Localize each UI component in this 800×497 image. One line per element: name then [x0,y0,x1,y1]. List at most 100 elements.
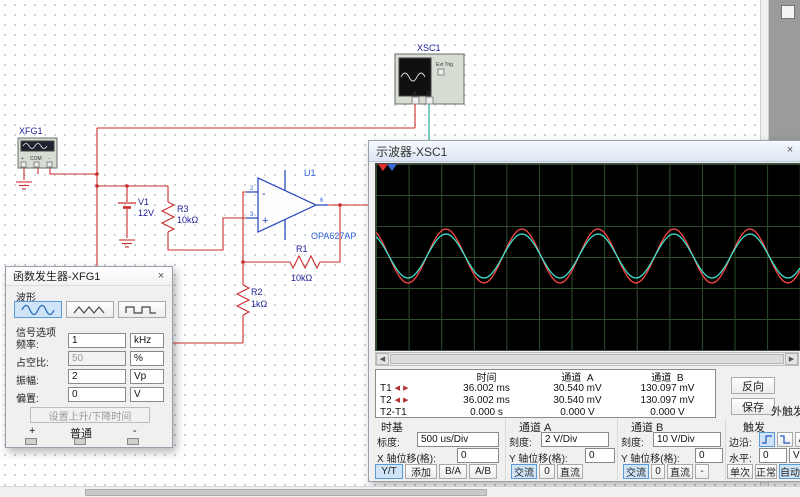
fg-pin-com: COM [30,156,42,162]
label-v1-value: 12V [138,208,154,218]
fg-duty-unit[interactable]: % [130,351,164,366]
channel-a-zero-label: 0 [544,466,550,477]
trigger-level-input[interactable]: 0 [759,448,787,463]
ground-symbols[interactable] [16,182,135,247]
t1-right-icon[interactable]: ▶ [403,384,408,392]
trigger-auto-button[interactable]: 自动 [779,464,800,479]
fg-amplitude-input[interactable]: 2 [68,369,126,384]
ab-label: A/B [475,466,491,477]
triangle-wave-icon [73,304,107,316]
resistor-r1[interactable] [290,256,320,268]
resistor-r2[interactable] [237,285,249,315]
timebase-scale-input[interactable]: 500 us/Div [417,432,499,447]
channel-b-minus-label: - [700,466,703,477]
fg-offset-input[interactable]: 0 [68,387,126,402]
reverse-label: 反向 [742,378,764,394]
fg-frequency-value: 1 [72,335,78,346]
fg-rise-fall-button[interactable]: 设置上升/下降时间 [30,407,150,423]
channel-b-ac-button[interactable]: 交流 [623,464,649,479]
horizontal-scroll-thumb[interactable] [85,489,487,496]
channel-b-scale-value: 10 V/Div [657,434,695,445]
fg-terminal-minus-label: - [133,425,137,437]
yt-mode-button[interactable]: Y/T [375,464,403,479]
trigger-rising-edge-button[interactable] [759,432,775,447]
channel-a-ac-button[interactable]: 交流 [511,464,537,479]
cursor2-marker[interactable] [387,164,397,171]
fg-frequency-unit[interactable]: kHz [130,333,164,348]
label-u1-part: OPA627AP [311,231,356,241]
add-mode-button[interactable]: 添加 [405,464,437,479]
fg-offset-unit-value: V [134,389,141,400]
trigger-falling-edge-button[interactable] [777,432,793,447]
fg-offset-unit[interactable]: V [130,387,164,402]
fg-terminal-minus[interactable] [127,438,139,445]
t2-label: T2 [380,395,392,406]
oscilloscope-window[interactable]: 示波器-XSC1 × ◀ ▶ 时间 通道_A 通道_B T1 ◀ ▶ 36.00… [368,140,800,482]
fg-close-icon[interactable]: × [152,269,170,283]
fg-rise-fall-label: 设置上升/下降时间 [49,408,132,423]
t2-right-icon[interactable]: ▶ [403,396,408,404]
scope-titlebar[interactable]: 示波器-XSC1 × [369,141,800,162]
fg-duty-unit-value: % [134,353,143,364]
function-generator-dialog[interactable]: 函数发生器-XFG1 × 波形 信号选项 频率: 1 kHz 占空比: 50 [5,266,173,448]
fg-titlebar[interactable]: 函数发生器-XFG1 × [6,267,172,286]
channel-b-zero-button[interactable]: 0 [651,464,665,479]
opamp-u1[interactable]: - + [246,170,328,240]
scope-close-icon[interactable]: × [781,143,799,157]
scope-scroll-thumb[interactable] [390,354,784,364]
channel-b-ypos-input[interactable]: 0 [695,448,723,463]
fg-frequency-input[interactable]: 1 [68,333,126,348]
square-wave-icon [125,304,159,316]
trigger-level-label: 水平: [729,450,752,465]
t2-channel-a: 30.540 mV [535,394,620,406]
scope-scroll-left-icon[interactable]: ◀ [376,353,389,365]
fg-duty-input[interactable]: 50 [68,351,126,366]
fg-square-button[interactable] [118,301,166,318]
fg-amplitude-unit[interactable]: Vp [130,369,164,384]
channel-a-ypos-label: Y 轴位移(格): [509,450,568,465]
battery-v1[interactable] [118,203,136,208]
channel-b-scale-input[interactable]: 10 V/Div [653,432,721,447]
falling-edge-icon [779,434,791,445]
trigger-single-button[interactable]: 单次 [727,464,753,479]
trigger-normal-button[interactable]: 正常 [755,464,777,479]
oscilloscope-icon[interactable]: Ext Trig A B [395,54,464,104]
fg-terminal-plus-label: + [29,425,35,437]
reverse-button[interactable]: 反向 [731,377,775,394]
scope-screen[interactable] [375,163,800,351]
trigger-level-unit[interactable]: V [789,448,800,463]
ba-mode-button[interactable]: B/A [439,464,467,479]
ground-fg[interactable] [16,182,32,189]
label-u1: U1 [304,168,316,178]
label-v1: V1 [138,197,149,207]
fg-triangle-button[interactable] [66,301,114,318]
channel-b-minus-button[interactable]: - [695,464,709,479]
fg-sine-button[interactable] [14,301,62,318]
t2-left-icon[interactable]: ◀ [395,396,400,404]
wire-inv[interactable] [243,192,246,285]
fg-terminal-common[interactable] [74,438,86,445]
trigger-source-a-button[interactable]: A [795,432,800,447]
fg-title: 函数发生器-XFG1 [6,268,100,284]
resistor-r3[interactable] [162,202,174,232]
scope-scroll-right-icon[interactable]: ▶ [785,353,798,365]
save-button[interactable]: 保存 [731,398,775,415]
scope-hscrollbar[interactable]: ◀ ▶ [375,352,799,366]
channel-b-dc-button[interactable]: 直流 [667,464,693,479]
channel-a-scale-input[interactable]: 2 V/Div [541,432,609,447]
u1-pin-6: 6 [320,198,324,204]
horizontal-scrollbar[interactable] [0,486,800,497]
scope-icon-ext-trig: Ext Trig [436,62,453,68]
channel-a-zero-button[interactable]: 0 [539,464,555,479]
function-generator-icon[interactable]: + COM - [18,138,57,168]
ground-v1[interactable] [119,240,135,247]
toolbar-item[interactable] [781,5,795,19]
t1-left-icon[interactable]: ◀ [395,384,400,392]
trigger-level-value: 0 [763,450,769,461]
ab-mode-button[interactable]: A/B [469,464,497,479]
channel-a-dc-button[interactable]: 直流 [557,464,583,479]
cursor-t2-row: T2 ◀ ▶ [376,394,438,406]
timebase-xpos-input[interactable]: 0 [457,448,499,463]
channel-a-ypos-input[interactable]: 0 [585,448,615,463]
fg-terminal-plus[interactable] [25,438,37,445]
